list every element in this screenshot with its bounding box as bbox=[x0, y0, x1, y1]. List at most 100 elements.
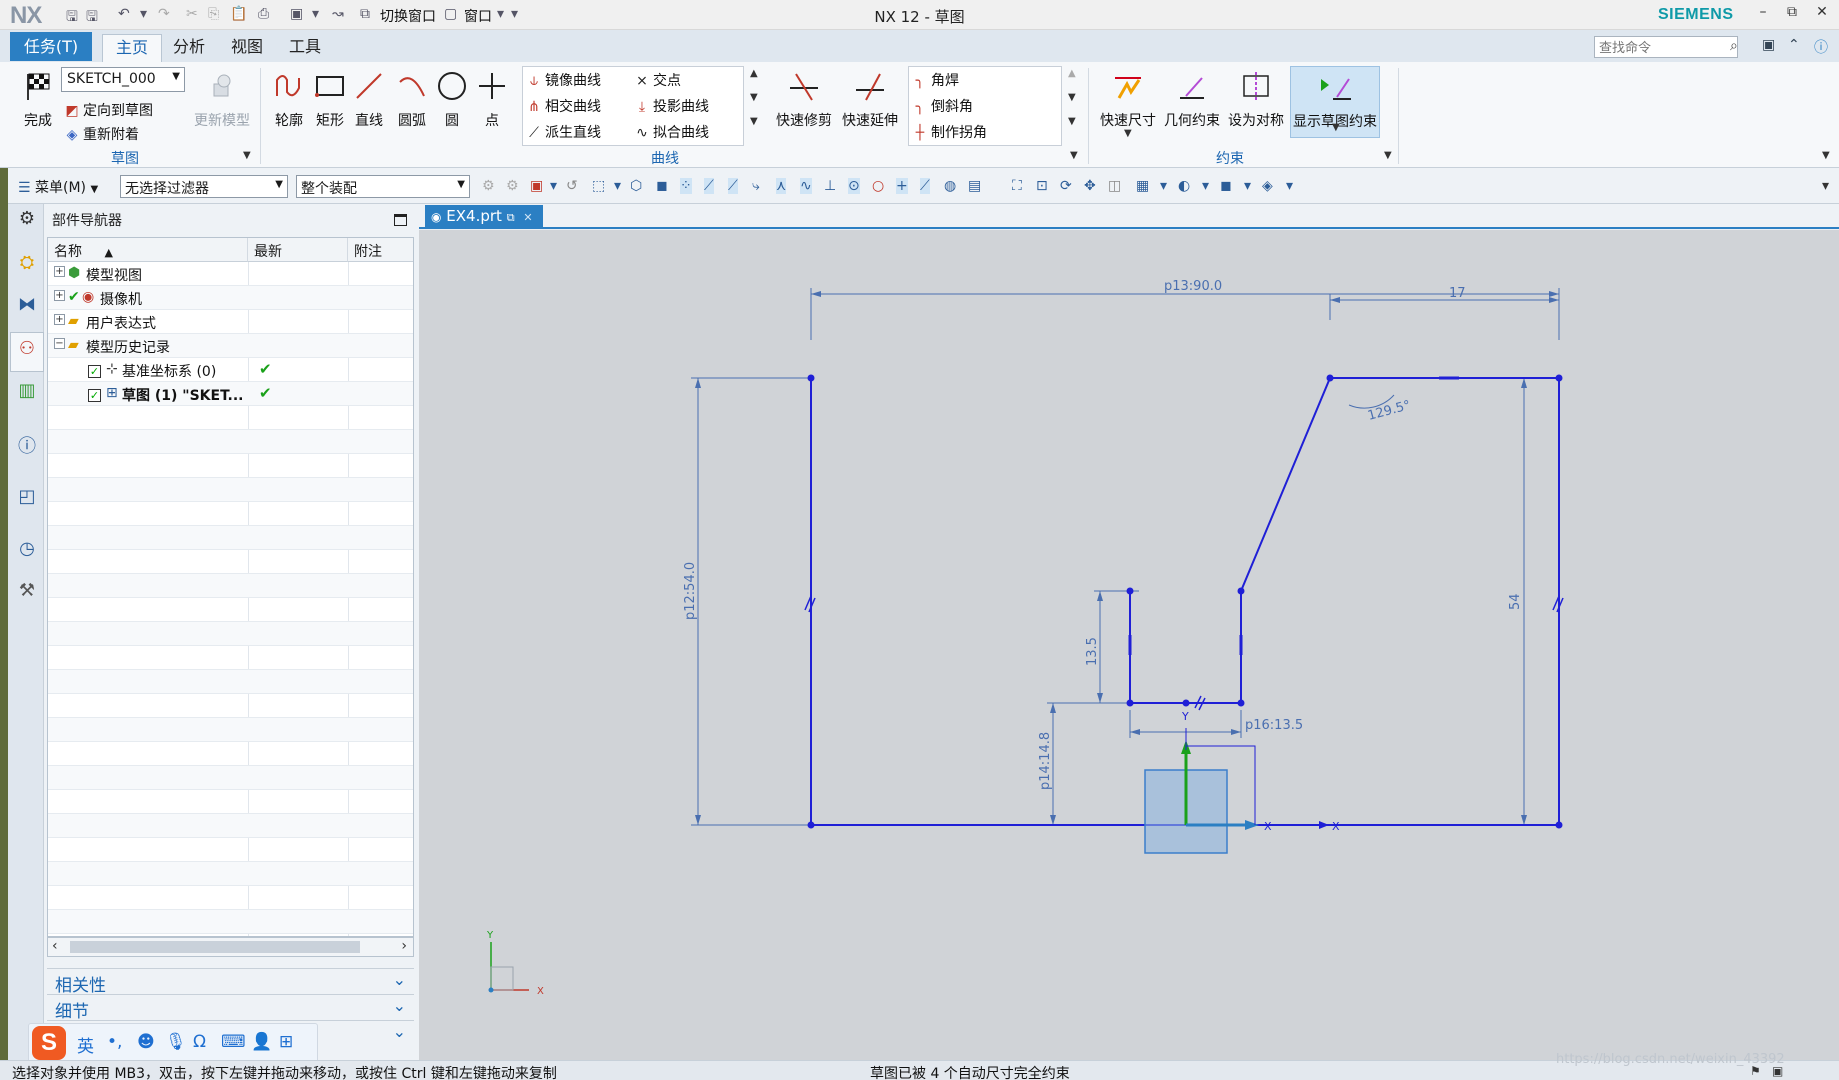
constraint-group-expand-icon[interactable]: ▼ bbox=[1384, 150, 1392, 161]
make-symmetric-button[interactable]: 设为对称 bbox=[1224, 66, 1288, 130]
corner-more-icon[interactable]: ▼ bbox=[1068, 116, 1076, 127]
sogou-logo[interactable]: S bbox=[32, 1026, 66, 1060]
corner-scroll-up-icon[interactable]: ▲ bbox=[1068, 68, 1076, 79]
user-icon[interactable]: 👤 bbox=[251, 1032, 272, 1052]
end-point-icon[interactable]: ⟋ bbox=[704, 178, 714, 194]
sketch-group-expand-icon[interactable]: ▼ bbox=[243, 150, 251, 161]
scroll-left-icon[interactable]: ‹ bbox=[52, 938, 58, 954]
graphics-window[interactable]: p13:90.0 17 129.5° p12:54.0 54 13.5 p16:… bbox=[419, 230, 1839, 1060]
save-all-icon[interactable]: 🖫 bbox=[86, 6, 98, 30]
rapid-dimension-dropdown-icon[interactable]: ▼ bbox=[1124, 128, 1132, 139]
assembly-navigator-icon[interactable]: ⛭ bbox=[15, 252, 39, 276]
window-layout-icon[interactable]: ▣ bbox=[290, 6, 303, 22]
redo-icon[interactable]: ↷ bbox=[158, 6, 170, 22]
sketch-name-select[interactable]: SKETCH_000 ▼ bbox=[61, 67, 185, 92]
intersection-point-button[interactable]: ⨯ 交点 bbox=[634, 70, 681, 90]
details-panel-header[interactable]: 细节 ⌄ bbox=[47, 994, 414, 1022]
point-on-curve-icon[interactable]: ⟋ bbox=[920, 178, 930, 194]
emoji-icon[interactable]: ☻ bbox=[137, 1032, 155, 1052]
print-icon[interactable]: ⎙ bbox=[258, 6, 269, 22]
orient-view-icon[interactable]: ▦ bbox=[1136, 178, 1149, 194]
rotate-icon[interactable]: ⟳ bbox=[1060, 178, 1072, 194]
show-constraints-dropdown-icon[interactable]: ▼ bbox=[1332, 122, 1340, 133]
dependencies-panel-header[interactable]: 相关性 ⌄ bbox=[47, 968, 414, 996]
system-materials-icon[interactable]: ⚒ bbox=[15, 580, 39, 604]
perspective-icon[interactable]: ◫ bbox=[1108, 178, 1121, 194]
selection-filter-select[interactable]: 无选择过滤器 ▼ bbox=[120, 175, 288, 198]
show-hide-icon[interactable]: ◈ bbox=[1262, 178, 1273, 194]
existing-point-icon[interactable]: + bbox=[896, 178, 908, 194]
collapse-icon[interactable]: − bbox=[54, 338, 65, 349]
intersection-snap-icon[interactable]: ⋏ bbox=[776, 178, 787, 194]
orient-dropdown-icon[interactable]: ▾ bbox=[1160, 178, 1167, 194]
tree-row-cameras[interactable]: + ✔ ◉ 摄像机 bbox=[48, 286, 413, 310]
help-icon[interactable]: ⓘ bbox=[1814, 37, 1828, 57]
render-style-icon[interactable]: ◐ bbox=[1178, 178, 1190, 194]
bounded-grid-icon[interactable]: ▤ bbox=[968, 178, 981, 194]
history-icon[interactable]: ◷ bbox=[15, 538, 39, 562]
copy-icon[interactable]: ⎘ bbox=[208, 6, 219, 22]
quadrant-snap-icon[interactable]: ○ bbox=[872, 178, 884, 194]
fillet-button[interactable]: ╮ 角焊 bbox=[912, 70, 959, 90]
mirror-curve-button[interactable]: ⫝ 镜像曲线 bbox=[526, 70, 601, 90]
filter-dropdown-icon[interactable]: ▾ bbox=[550, 178, 557, 194]
mid-point-icon[interactable]: ⟋ bbox=[728, 178, 738, 194]
tangent-snap-icon[interactable]: ⊥ bbox=[824, 178, 836, 194]
solid-body-icon[interactable]: ◼ bbox=[656, 178, 668, 194]
expand-icon[interactable]: + bbox=[54, 314, 65, 325]
symbol-icon[interactable]: Ω bbox=[193, 1032, 206, 1052]
type-filter-icon[interactable]: ⚙ bbox=[482, 178, 495, 194]
fit-curve-button[interactable]: ∿ 拟合曲线 bbox=[634, 122, 709, 142]
tab-view[interactable]: 视图 bbox=[226, 34, 268, 62]
work-part-icon[interactable]: ◼ bbox=[1220, 178, 1232, 194]
scrollbar-thumb[interactable] bbox=[70, 941, 360, 953]
snap-point-icon[interactable]: ⁘ bbox=[680, 178, 692, 194]
curve-group-expand-icon[interactable]: ▼ bbox=[1070, 150, 1078, 161]
close-tab-icon[interactable]: ✕ bbox=[523, 211, 532, 224]
search-icon[interactable]: ⌕ bbox=[1730, 38, 1738, 54]
arc-button[interactable]: 圆弧 bbox=[392, 66, 432, 130]
profile-button[interactable]: 轮廓 bbox=[268, 66, 310, 130]
quick-trim-button[interactable]: 快速修剪 bbox=[772, 66, 836, 130]
navigator-horizontal-scrollbar[interactable]: ‹ › bbox=[47, 937, 414, 957]
general-filter-icon[interactable]: ⚙ bbox=[506, 178, 519, 194]
tab-analysis[interactable]: 分析 bbox=[168, 34, 210, 62]
save-icon[interactable]: 🖫 bbox=[66, 6, 78, 30]
ime-punctuation-toggle[interactable]: •, bbox=[107, 1032, 122, 1052]
ribbon-options-icon[interactable]: ▣ bbox=[1762, 37, 1775, 53]
orient-to-sketch-button[interactable]: ◩ 定向到草图 bbox=[64, 100, 153, 120]
control-point-icon[interactable]: ⤷ bbox=[752, 178, 760, 194]
scroll-right-icon[interactable]: › bbox=[401, 938, 407, 954]
column-header-name[interactable]: 名称 ▲ bbox=[48, 238, 248, 262]
collapse-ribbon-icon[interactable]: ⌃ bbox=[1788, 37, 1800, 53]
work-part-dropdown-icon[interactable]: ▾ bbox=[1244, 178, 1251, 194]
project-curve-button[interactable]: ⤓ 投影曲线 bbox=[634, 96, 709, 116]
menu-button[interactable]: ☰ 菜单(M) ▼ bbox=[14, 175, 106, 198]
customize-qa-icon[interactable]: ▾ bbox=[511, 6, 518, 22]
point-button[interactable]: 点 bbox=[474, 66, 510, 130]
maximize-panel-icon[interactable] bbox=[394, 214, 407, 226]
undo-icon[interactable]: ↶ bbox=[118, 6, 130, 22]
rapid-dimension-button[interactable]: 快速尺寸 bbox=[1096, 66, 1160, 130]
minimize-button[interactable]: – bbox=[1750, 4, 1776, 26]
corner-scroll-down-icon[interactable]: ▼ bbox=[1068, 92, 1076, 103]
chamfer-button[interactable]: ╮ 倒斜角 bbox=[912, 96, 973, 116]
gallery-scroll-up-icon[interactable]: ▲ bbox=[750, 68, 758, 79]
derived-line-button[interactable]: ⟋ 派生直线 bbox=[526, 122, 601, 142]
geometric-constraint-button[interactable]: 几何约束 bbox=[1160, 66, 1224, 130]
line-button[interactable]: 直线 bbox=[350, 66, 388, 130]
toolbar-more-icon[interactable]: ▾ bbox=[1822, 178, 1829, 194]
ime-language-toggle[interactable]: 英 bbox=[77, 1032, 94, 1057]
select-all-icon[interactable]: ⬡ bbox=[630, 178, 642, 194]
toolbox-icon[interactable]: ⊞ bbox=[279, 1032, 293, 1052]
render-dropdown-icon[interactable]: ▾ bbox=[1202, 178, 1209, 194]
point-on-surface-icon[interactable]: ◍ bbox=[944, 178, 956, 194]
quick-extend-button[interactable]: 快速延伸 bbox=[838, 66, 902, 130]
microphone-icon[interactable]: 🎙 bbox=[165, 1032, 187, 1052]
tree-row-sketch[interactable]: ✓ ⊞ 草图 (1) "SKET... ✔ bbox=[48, 382, 413, 406]
circle-button[interactable]: 圆 bbox=[434, 66, 470, 130]
gallery-more-icon[interactable]: ▼ bbox=[750, 116, 758, 127]
restore-button[interactable]: ⧉ bbox=[1779, 4, 1805, 26]
expand-icon[interactable]: + bbox=[54, 266, 65, 277]
cut-icon[interactable]: ✂ bbox=[186, 6, 198, 22]
